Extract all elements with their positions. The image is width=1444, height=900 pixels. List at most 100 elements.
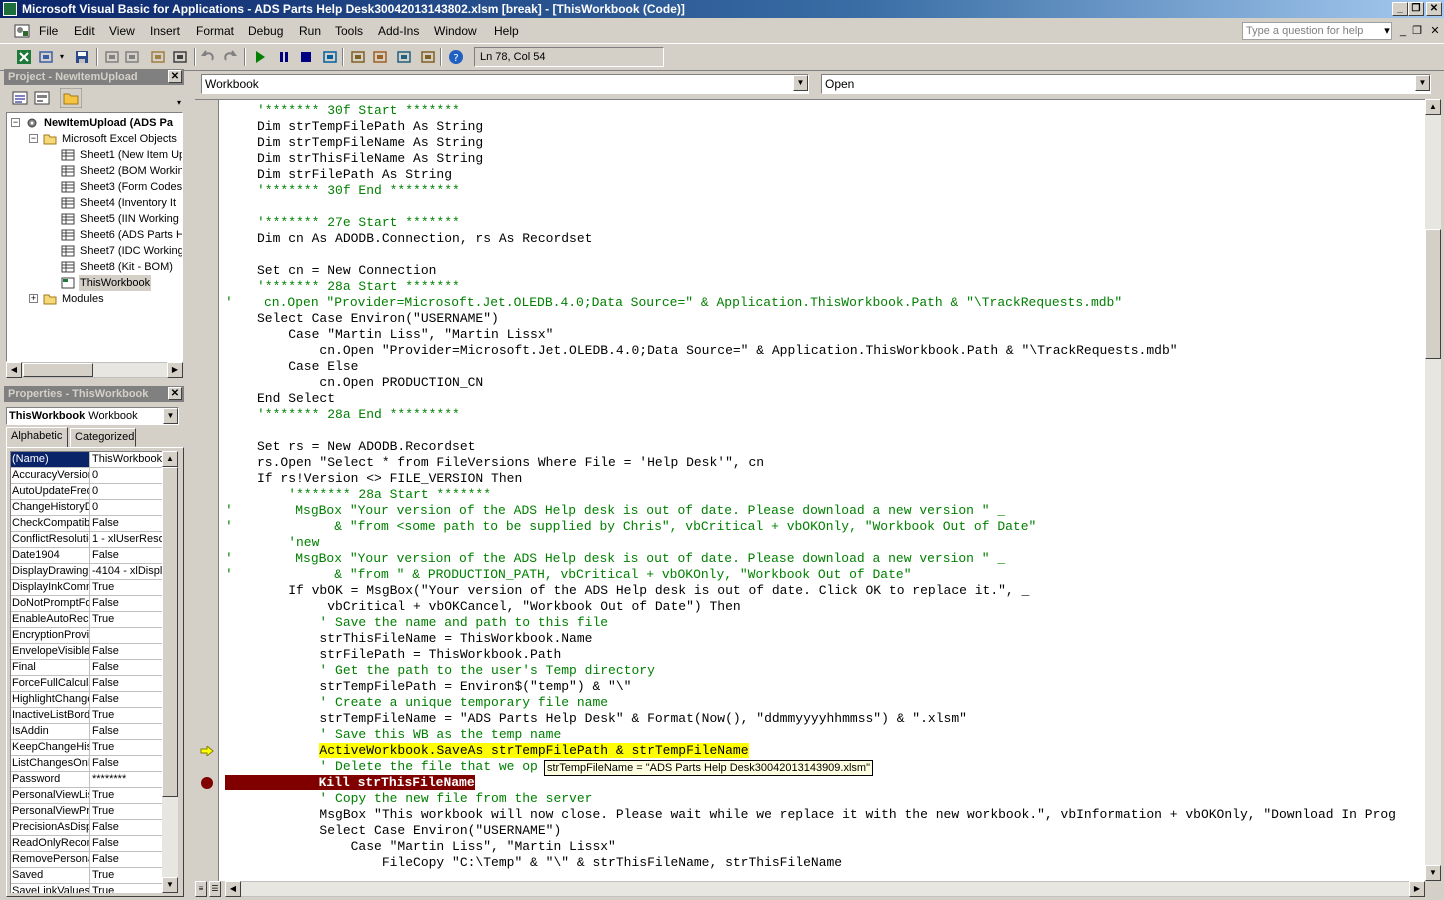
code-line[interactable]: ' MsgBox "Your version of the ADS Help d… [225,551,1005,567]
code-hscrollbar[interactable]: ◀ ▶ [225,881,1425,897]
chevron-down-icon[interactable]: ▼ [163,408,178,424]
property-row[interactable]: Saved True [11,868,162,884]
code-line[interactable]: '******* 28a Start ******* [257,487,491,503]
scroll-right-button[interactable]: ▶ [1409,881,1425,897]
design-mode-icon[interactable] [322,49,338,65]
code-line[interactable]: ' & "from " & PRODUCTION_PATH, vbCritica… [225,567,912,583]
break-icon[interactable] [276,49,292,65]
property-value[interactable]: True [91,788,162,803]
property-row[interactable]: EnvelopeVisible False [11,644,162,660]
property-value[interactable]: ******** [91,772,162,787]
property-value[interactable]: 0 [91,468,162,483]
menu-file[interactable]: File [39,24,58,38]
vba-doc-icon[interactable] [14,24,30,38]
code-line[interactable]: rs.Open "Select * from FileVersions Wher… [257,455,764,471]
property-row[interactable]: PersonalViewListSettingsTrue [11,788,162,804]
tree-expander-icon[interactable]: − [29,134,38,143]
find-icon[interactable] [172,49,188,65]
property-value[interactable]: False [91,596,162,611]
property-row[interactable]: AutoUpdateFrequency0 [11,484,162,500]
view-code-icon[interactable] [12,90,28,106]
code-line[interactable]: strTempFilePath = Environ$("temp") & "\" [257,679,631,695]
chevron-down-icon[interactable]: ▼ [793,75,808,91]
undo-icon[interactable] [200,49,216,65]
project-explorer-icon[interactable] [350,49,366,65]
menu-window[interactable]: Window [434,24,477,38]
property-row[interactable]: PrecisionAsDisplayedFalse [11,820,162,836]
toggle-folders-icon[interactable] [60,88,82,108]
project-hscrollbar[interactable]: ◀ ▶ [6,362,183,378]
code-line[interactable]: 'new [257,535,319,551]
excel-icon[interactable] [16,49,32,65]
scroll-left-button[interactable]: ◀ [225,881,241,897]
restore-button[interactable]: ❐ [1408,2,1424,16]
property-row[interactable]: KeepChangeHistoryTrue [11,740,162,756]
code-line[interactable]: Case Else [257,359,358,375]
code-line[interactable]: '******* 30f Start ******* [257,103,460,119]
code-vscrollbar[interactable]: ▲ ▼ [1425,99,1441,881]
code-line[interactable]: ActiveWorkbook.SaveAs strTempFilePath & … [257,743,749,759]
code-line[interactable]: Dim strFilePath As String [257,167,452,183]
tree-item[interactable]: Sheet4 (Inventory It [7,195,182,211]
property-value[interactable]: True [91,804,162,819]
property-value[interactable]: False [91,548,162,563]
property-value[interactable]: True [91,884,162,893]
toolbox-icon[interactable] [420,49,436,65]
code-line[interactable]: ' Copy the new file from the server [257,791,592,807]
code-line[interactable]: strFilePath = ThisWorkbook.Path [257,647,561,663]
scroll-up-button[interactable]: ▲ [1425,99,1441,115]
property-row[interactable]: Date1904 False [11,548,162,564]
menu-format[interactable]: Format [196,24,234,38]
tree-item[interactable]: Sheet6 (ADS Parts H [7,227,182,243]
property-value[interactable]: False [91,676,162,691]
code-line[interactable]: Case "Martin Liss", "Martin Lissx" [257,839,616,855]
code-line[interactable]: ' MsgBox "Your version of the ADS Help d… [225,503,1005,519]
properties-scroll-thumb[interactable] [162,467,178,797]
code-line[interactable]: MsgBox "This workbook will now close. Pl… [257,807,1396,823]
code-line[interactable]: ' Create a unique temporary file name [257,695,608,711]
property-row[interactable]: Final False [11,660,162,676]
project-close-button[interactable]: ✕ [168,70,182,83]
menu-run[interactable]: Run [299,24,321,38]
property-value[interactable]: False [91,660,162,675]
margin-indicator-bar[interactable] [195,100,219,881]
code-line[interactable]: Set cn = New Connection [257,263,436,279]
property-row[interactable]: DoNotPromptForConvertFalse [11,596,162,612]
code-line[interactable]: '******* 28a Start ******* [257,279,460,295]
help-dropdown-icon[interactable]: ▾ [1380,24,1394,38]
property-value[interactable]: True [91,708,162,723]
breakpoint-icon[interactable] [201,777,213,789]
code-line[interactable]: Case "Martin Liss", "Martin Lissx" [257,327,553,343]
scroll-left-button[interactable]: ◀ [6,362,22,378]
help-search-input[interactable]: Type a question for help [1242,22,1392,40]
tree-item[interactable]: + Modules [7,291,182,307]
code-line[interactable]: ' Get the path to the user's Temp direct… [257,663,654,679]
object-browser-icon[interactable] [396,49,412,65]
code-line[interactable]: strTempFileName = "ADS Parts Help Desk" … [257,711,967,727]
code-line[interactable]: Dim strTempFilePath As String [257,119,483,135]
scroll-right-button[interactable]: ▶ [167,362,183,378]
property-row[interactable]: DisplayDrawingObjects-4104 - xlDisplaySh… [11,564,162,580]
child-minimize-button[interactable]: _ [1396,24,1410,38]
code-line[interactable]: Set rs = New ADODB.Recordset [257,439,475,455]
property-row[interactable]: Password ******** [11,772,162,788]
property-value[interactable]: ThisWorkbook [91,452,162,467]
code-line[interactable]: vbCritical + vbOKCancel, "Workbook Out o… [257,599,740,615]
tree-expander-icon[interactable]: + [29,294,38,303]
code-line[interactable]: Kill strThisFileName [225,775,475,791]
property-value[interactable]: True [91,612,162,627]
property-value[interactable]: 0 [91,500,162,515]
property-row[interactable]: HighlightChangesOnScreenFalse [11,692,162,708]
property-row[interactable]: IsAddin False [11,724,162,740]
property-value[interactable]: False [91,820,162,835]
copy-icon[interactable] [124,49,140,65]
code-editor[interactable]: '******* 30f Start ******* Dim strTempFil… [195,99,1425,881]
code-line[interactable]: cn.Open "Provider=Microsoft.Jet.OLEDB.4.… [257,343,1177,359]
chevron-down-icon[interactable]: ▼ [1415,75,1430,91]
property-value[interactable]: True [91,580,162,595]
tab-alphabetic[interactable]: Alphabetic [6,427,68,447]
property-value[interactable]: False [91,692,162,707]
tree-item[interactable]: Sheet5 (IIN Working [7,211,182,227]
tree-item[interactable]: ThisWorkbook [7,275,182,291]
tree-item[interactable]: Sheet2 (BOM Workin [7,163,182,179]
